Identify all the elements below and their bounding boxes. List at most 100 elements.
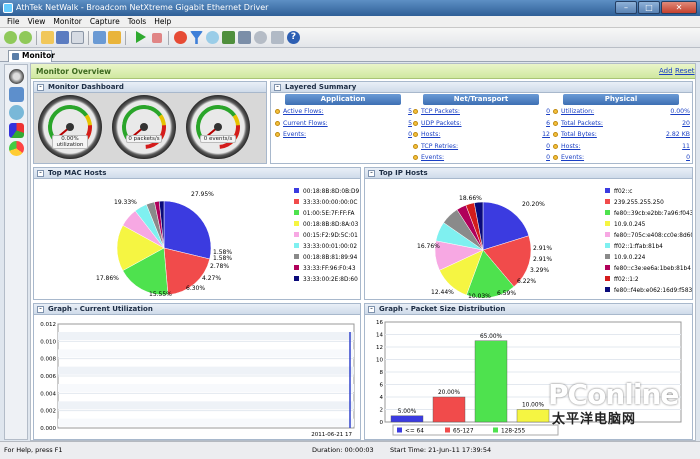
summary-key[interactable]: Hosts: [421,130,440,139]
summary-key[interactable]: Hosts: [561,142,580,151]
rules-icon[interactable] [174,31,187,44]
utilization-graph-panel: – Graph - Current Utilization 0.012 0.010 0… [33,303,361,440]
windows-icon[interactable] [9,87,24,102]
legend-label: 00:18:8B:8D:0B:D9 [303,189,359,195]
collapse-icon[interactable]: – [37,170,44,177]
summary-value[interactable]: 2.82 KB [666,130,690,139]
settings-icon[interactable] [254,31,267,44]
users-icon[interactable] [222,31,235,44]
summary-value[interactable]: 0 [408,130,412,139]
collapse-icon[interactable]: – [274,84,281,91]
forward-icon[interactable] [19,31,32,44]
menu-tools[interactable]: Tools [128,16,146,27]
pie-chart-icon[interactable] [9,141,24,156]
collapse-icon[interactable]: – [368,170,375,177]
filter-icon[interactable] [190,31,203,44]
summary-row[interactable]: Hosts: 12 [413,130,550,139]
close-button[interactable]: ✕ [661,1,697,14]
options-icon[interactable] [271,31,284,44]
bar[interactable] [474,340,508,423]
menu-capture[interactable]: Capture [90,16,120,27]
summary-key[interactable]: Total Bytes: [561,130,597,139]
summary-key[interactable]: Utilization: [561,107,594,116]
summary-row[interactable]: TCP Packets: 0 [413,107,550,116]
bar[interactable] [516,409,550,423]
status-help: For Help, press F1 [4,446,63,454]
adapter-icon[interactable] [93,31,106,44]
collapse-icon[interactable]: – [37,84,44,91]
summary-key[interactable]: Events: [561,153,584,162]
summary-row[interactable]: Events: 0 [275,130,412,139]
find-icon[interactable] [206,31,219,44]
summary-row[interactable]: Active Flows: 5 [275,107,412,116]
tab-monitor[interactable]: Monitor [8,50,55,62]
start-icon[interactable] [136,31,146,43]
summary-row[interactable]: UDP Packets: 6 [413,119,550,128]
legend-swatch [605,199,610,204]
bar-value-label: 65.00% [480,334,503,340]
gauge-icon[interactable] [9,69,24,84]
bar[interactable] [390,415,424,423]
y-tick-label: 16 [376,320,383,326]
add-link[interactable]: Add [659,67,673,75]
summary-key[interactable]: Current Flows: [283,119,328,128]
bullet-icon [553,109,558,114]
summary-row[interactable]: Utilization: 0.00% [553,107,690,116]
legend-swatch [605,254,610,259]
menu-file[interactable]: File [7,16,20,27]
legend-swatch [294,199,299,204]
summary-value[interactable]: 0 [546,142,550,151]
legend-swatch [294,210,299,215]
summary-value[interactable]: 0 [546,107,550,116]
summary-row[interactable]: Events: 0 [413,153,550,162]
maximize-button[interactable]: □ [638,1,660,14]
overview-header: Monitor Overview Add Reset [31,64,695,79]
reset-link[interactable]: Reset [675,67,695,75]
summary-row[interactable]: Total Bytes: 2.82 KB [553,130,690,139]
summary-value[interactable]: 11 [682,142,690,151]
menu-view[interactable]: View [28,16,46,27]
bullet-icon [275,132,280,137]
summary-row[interactable]: TCP Retries: 0 [413,142,550,151]
band [58,332,354,340]
document-icon[interactable] [71,31,84,44]
dashboard-panel: – Monitor Dashboard 0.00% utilization 0 p… [33,81,267,164]
wizard-icon[interactable] [108,31,121,44]
save-icon[interactable] [56,31,69,44]
collapse-icon[interactable]: – [368,306,375,313]
menu-monitor[interactable]: Monitor [53,16,82,27]
summary-value[interactable]: 0 [686,153,690,162]
summary-value[interactable]: 5 [408,107,412,116]
search-icon[interactable] [9,105,24,120]
summary-value[interactable]: 0.00% [670,107,690,116]
summary-row[interactable]: Hosts: 11 [553,142,690,151]
summary-key[interactable]: Active Flows: [283,107,324,116]
summary-value[interactable]: 5 [408,119,412,128]
summary-key[interactable]: Total Packets: [561,119,603,128]
summary-value[interactable]: 20 [682,119,690,128]
menu-help[interactable]: Help [154,16,171,27]
y-tick-label: 10 [376,358,383,364]
summary-key[interactable]: TCP Retries: [421,142,458,151]
bar[interactable] [432,396,466,423]
minimize-button[interactable]: – [615,1,637,14]
summary-value[interactable]: 0 [546,153,550,162]
band [58,366,354,375]
summary-value[interactable]: 12 [542,130,550,139]
summary-row[interactable]: Current Flows: 5 [275,119,412,128]
topology-icon[interactable] [9,123,24,138]
help-icon[interactable]: ? [287,31,300,44]
open-icon[interactable] [41,31,54,44]
summary-key[interactable]: Events: [421,153,444,162]
legend-label: fe80::39cb:e2bb:7a96:f043 [614,211,692,217]
summary-row[interactable]: Events: 0 [553,153,690,162]
summary-key[interactable]: TCP Packets: [421,107,460,116]
summary-key[interactable]: Events: [283,130,306,139]
back-icon[interactable] [4,31,17,44]
summary-row[interactable]: Total Packets: 20 [553,119,690,128]
summary-key[interactable]: UDP Packets: [421,119,462,128]
collapse-icon[interactable]: – [37,306,44,313]
print-icon[interactable] [238,31,251,44]
summary-value[interactable]: 6 [546,119,550,128]
stop-icon[interactable] [152,33,162,43]
